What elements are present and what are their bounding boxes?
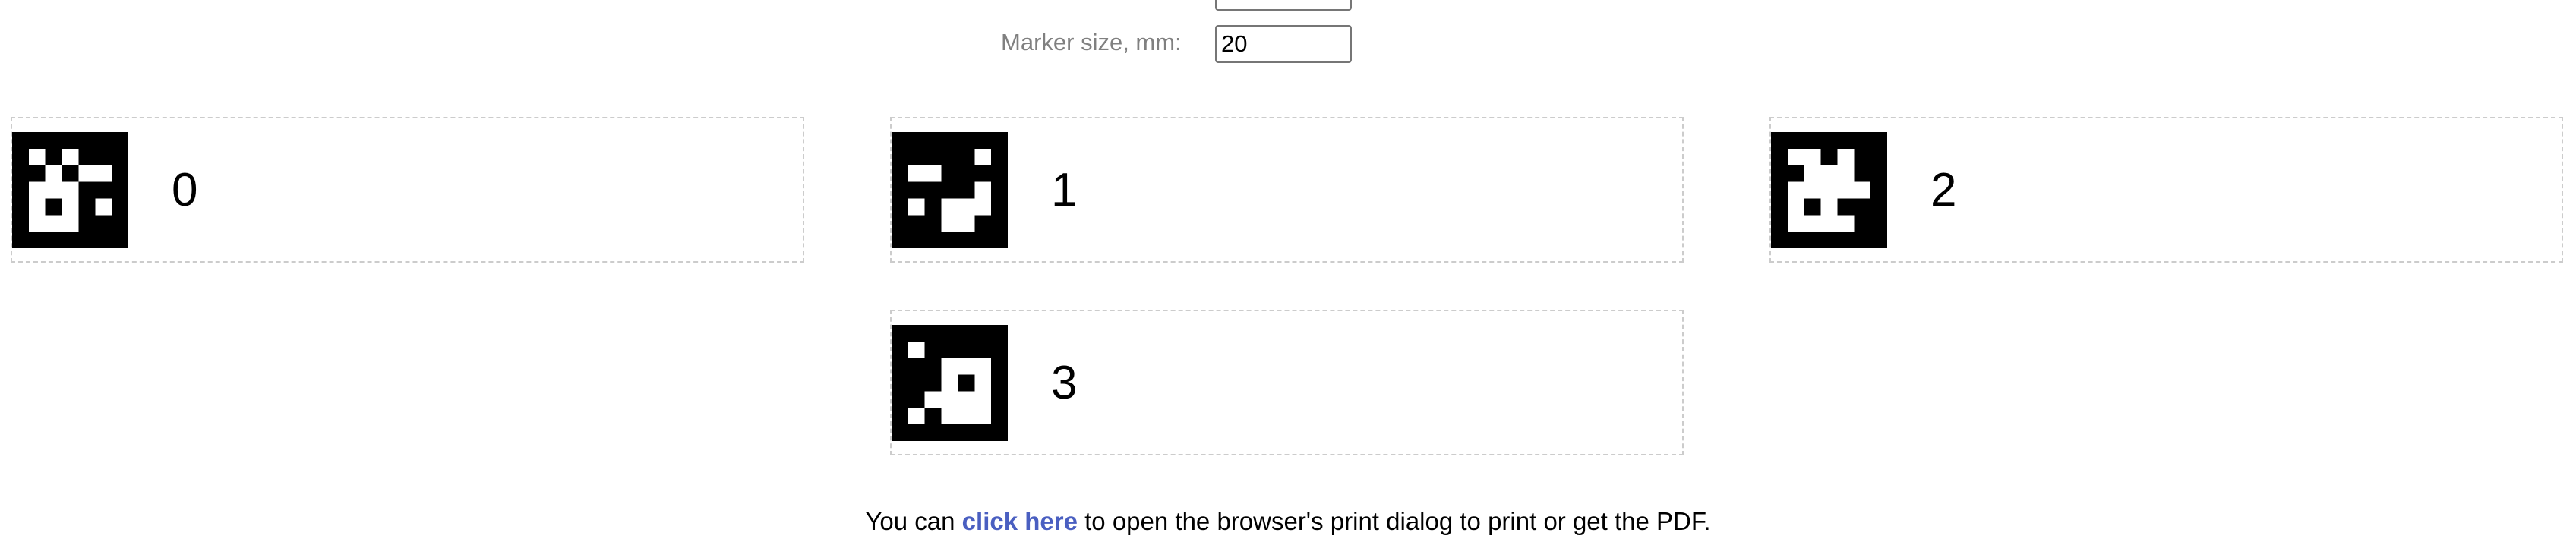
aruco-marker-3-image — [892, 325, 1008, 441]
marker-card-2: 2 — [1769, 117, 2563, 263]
marker-size-input[interactable] — [1215, 25, 1352, 63]
previous-settings-input[interactable] — [1215, 0, 1352, 11]
print-instructions: You can click here to open the browser's… — [0, 507, 2576, 536]
aruco-marker-2-image — [1771, 132, 1887, 248]
marker-id-label: 3 — [1051, 357, 1078, 409]
marker-id-label: 1 — [1051, 164, 1078, 216]
marker-size-label: Marker size, mm: — [1001, 29, 1182, 55]
print-link[interactable]: click here — [962, 507, 1078, 535]
marker-card-3: 3 — [890, 310, 1684, 455]
print-instructions-suffix: to open the browser's print dialog to pr… — [1084, 507, 1711, 535]
marker-id-label: 2 — [1930, 164, 1957, 216]
marker-card-0: 0 — [11, 117, 804, 263]
marker-id-label: 0 — [172, 164, 198, 216]
aruco-marker-0-image — [12, 132, 128, 248]
marker-card-1: 1 — [890, 117, 1684, 263]
print-instructions-prefix: You can — [865, 507, 955, 535]
aruco-marker-1-image — [892, 132, 1008, 248]
